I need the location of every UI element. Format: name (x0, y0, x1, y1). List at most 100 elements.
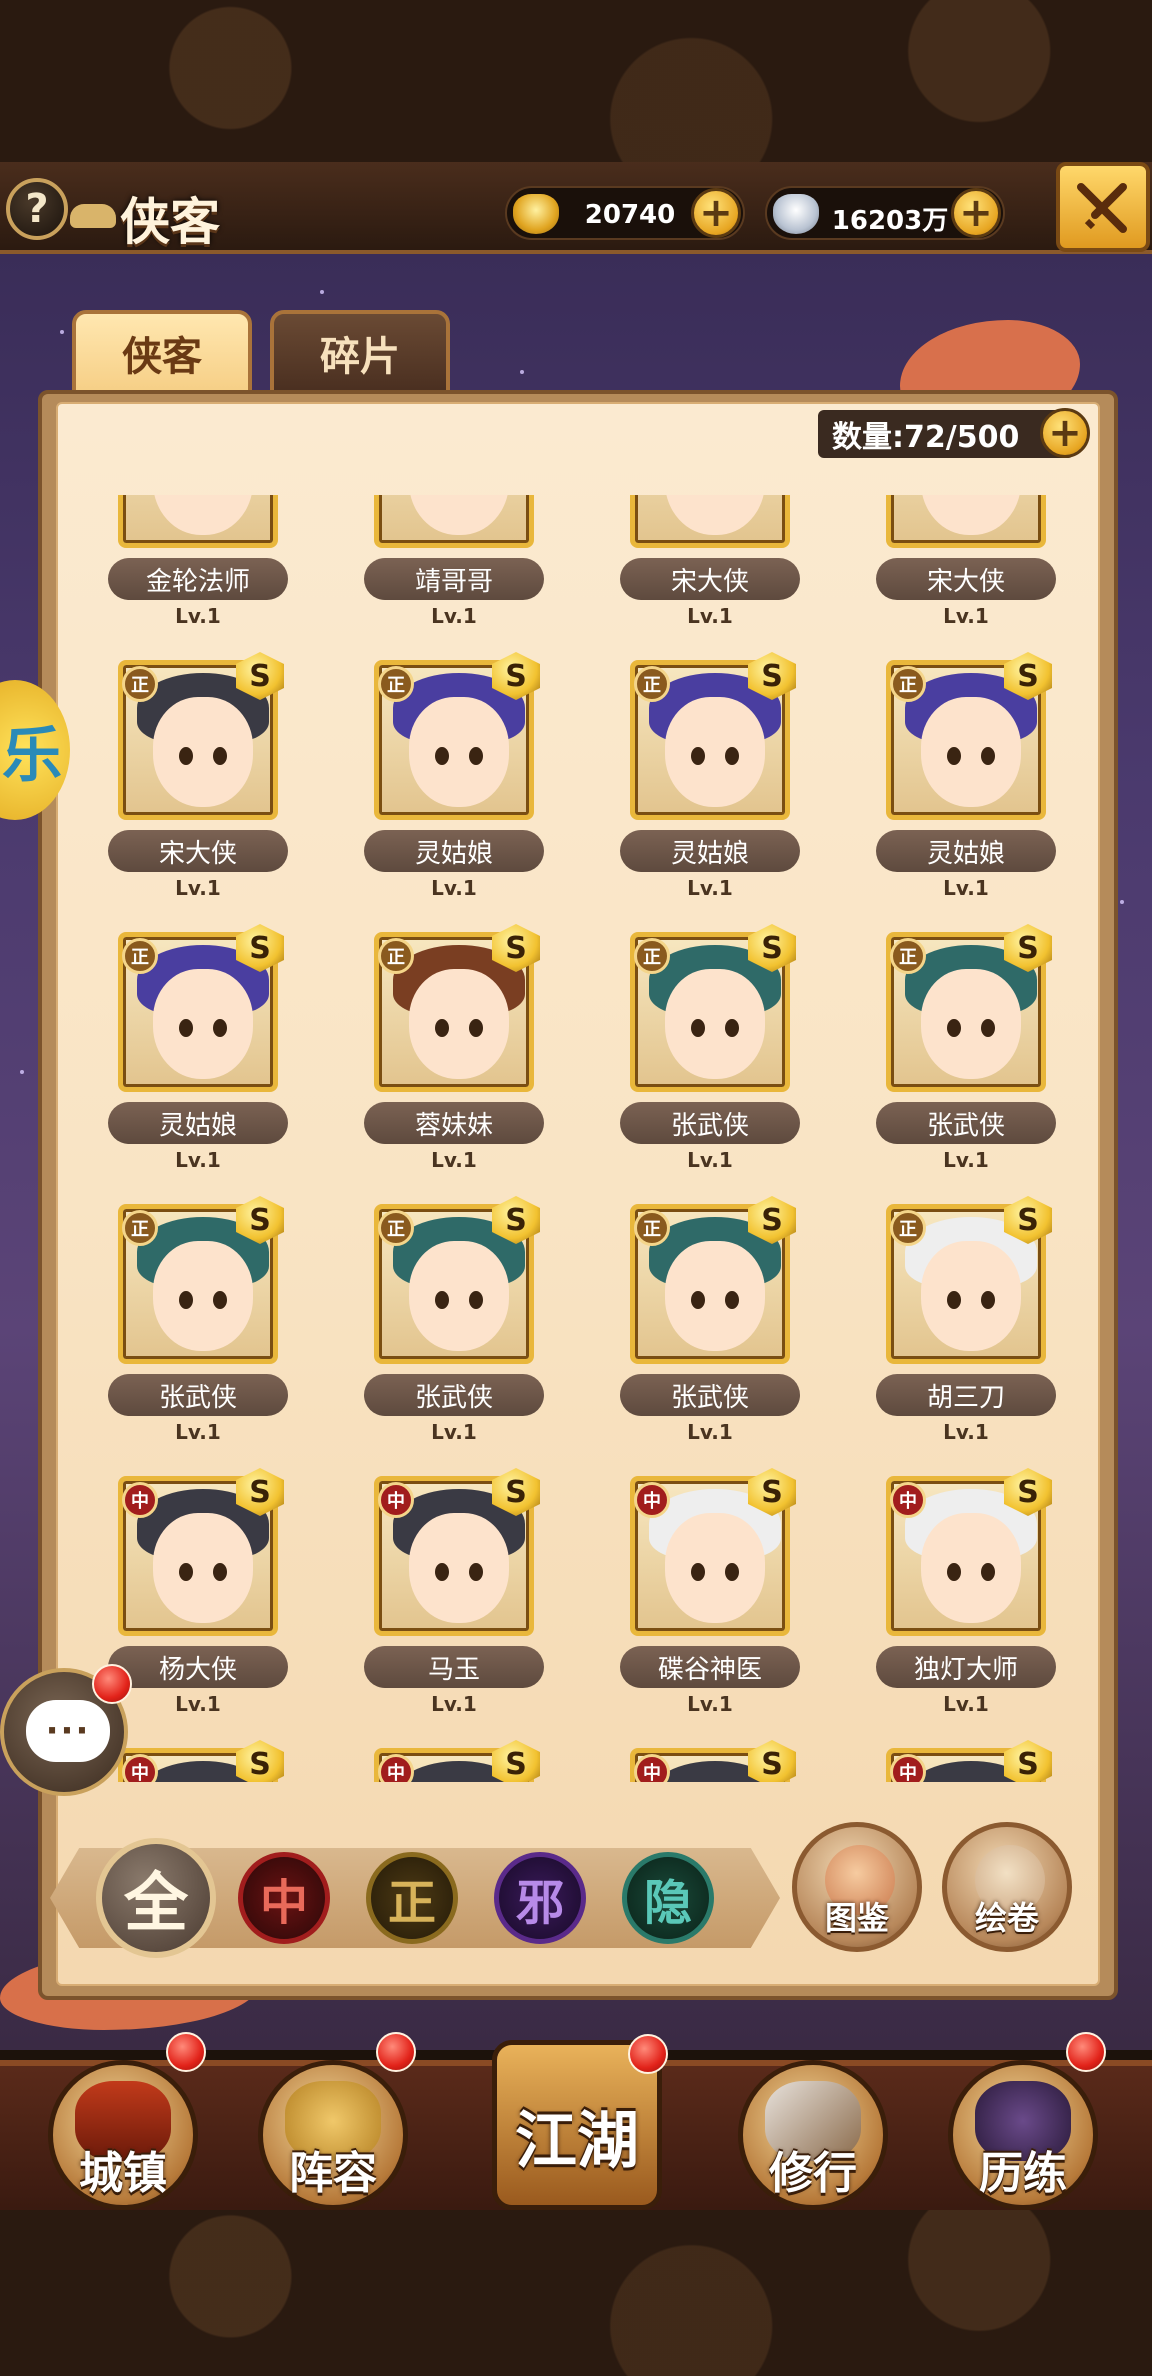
faction-badge: 中 (890, 1754, 926, 1782)
face-shape (921, 1241, 1021, 1351)
eye-shape (435, 1563, 449, 1581)
faction-badge: 中 (634, 1754, 670, 1782)
add-gold-button[interactable]: + (691, 188, 741, 238)
hero-level: Lv.1 (175, 1148, 221, 1172)
faction-badge: 中 (634, 1482, 670, 1518)
filter-xie-button[interactable]: 邪 (494, 1852, 586, 1944)
hero-card[interactable]: 正 S 蓉妹妹 Lv.1 (364, 924, 544, 1182)
eye-shape (725, 1291, 739, 1309)
atlas-button[interactable]: 图鉴 (792, 1822, 922, 1952)
face-shape (921, 495, 1021, 535)
hero-card[interactable]: 正 S 灵姑娘 Lv.1 (364, 652, 544, 910)
face-shape (409, 1241, 509, 1351)
nav-team-button[interactable]: 阵容 (258, 2060, 408, 2210)
face-shape (409, 969, 509, 1079)
nav-city-label: 城镇 (79, 2148, 167, 2199)
eye-shape (179, 1291, 193, 1309)
hero-count: 数量:72/500 (818, 410, 1074, 458)
faction-badge: 中 (378, 1754, 414, 1782)
hero-card[interactable]: 正 S 胡三刀 Lv.1 (876, 1196, 1056, 1454)
eye-shape (469, 747, 483, 765)
rank-badge: S (1004, 1740, 1052, 1782)
eye-shape (725, 747, 739, 765)
hero-card[interactable]: 中 S 马玉 Lv.1 (364, 1468, 544, 1726)
nav-jianghu-notification-dot (628, 2034, 668, 2074)
hero-card[interactable]: 中 S 碟谷神医 Lv.1 (620, 1468, 800, 1726)
hero-card[interactable]: 宋大侠 Lv.1 (876, 495, 1056, 638)
eye-shape (981, 1563, 995, 1581)
add-silver-button[interactable]: + (951, 188, 1001, 238)
nav-trial-notification-dot (1066, 2032, 1106, 2072)
hero-card[interactable]: 中S (620, 1740, 800, 1782)
close-button[interactable] (1056, 162, 1150, 252)
tab-fragments[interactable]: 碎片 (270, 310, 450, 396)
face-shape (921, 969, 1021, 1079)
picture-scroll-button[interactable]: 绘卷 (942, 1822, 1072, 1952)
atlas-label: 图鉴 (824, 1899, 889, 1937)
expand-capacity-button[interactable]: + (1040, 408, 1090, 458)
hero-card[interactable]: 正 S 灵姑娘 Lv.1 (620, 652, 800, 910)
hero-card[interactable]: 正 S 张武侠 Lv.1 (364, 1196, 544, 1454)
hero-card[interactable]: 中S (364, 1740, 544, 1782)
eye-shape (179, 1019, 193, 1037)
hero-card[interactable]: 正 S 灵姑娘 Lv.1 (876, 652, 1056, 910)
hero-level: Lv.1 (175, 604, 221, 628)
rank-badge: S (236, 1740, 284, 1782)
eye-shape (947, 1563, 961, 1581)
hero-name: 灵姑娘 (364, 830, 544, 872)
hero-card[interactable]: 中 S 独灯大师 Lv.1 (876, 1468, 1056, 1726)
faction-badge: 中 (378, 1482, 414, 1518)
filter-zheng-button[interactable]: 正 (366, 1852, 458, 1944)
eye-shape (213, 747, 227, 765)
help-button[interactable]: ? (6, 178, 68, 240)
hero-card[interactable]: 金轮法师 Lv.1 (108, 495, 288, 638)
hero-level: Lv.1 (431, 1420, 477, 1444)
eye-shape (691, 1563, 705, 1581)
eye-shape (213, 1563, 227, 1581)
nav-trial-button[interactable]: 历练 (948, 2060, 1098, 2210)
hero-portrait (118, 495, 278, 548)
face-shape (665, 969, 765, 1079)
face-shape (153, 697, 253, 807)
filter-all-button[interactable]: 全 (96, 1838, 216, 1958)
faction-badge: 正 (122, 1210, 158, 1246)
eye-shape (213, 1291, 227, 1309)
faction-badge: 正 (378, 666, 414, 702)
hero-card[interactable]: 正 S 灵姑娘 Lv.1 (108, 924, 288, 1182)
nav-practice-button[interactable]: 修行 (738, 2060, 888, 2210)
eye-shape (947, 747, 961, 765)
eye-shape (947, 1291, 961, 1309)
nav-city-button[interactable]: 城镇 (48, 2060, 198, 2210)
hero-grid[interactable]: 金轮法师 Lv.1 靖哥哥 Lv.1 宋大侠 Lv.1 宋大侠 Lv.1 正 S 宋大侠 Lv.1 正 S… (56, 495, 1100, 1782)
hero-card[interactable]: 正 S 张武侠 Lv.1 (620, 924, 800, 1182)
hero-name: 灵姑娘 (620, 830, 800, 872)
hero-card[interactable]: 宋大侠 Lv.1 (620, 495, 800, 638)
rank-badge: S (492, 1740, 540, 1782)
face-shape (665, 1241, 765, 1351)
face-shape (409, 495, 509, 535)
hero-card[interactable]: 中 S 杨大侠 Lv.1 (108, 1468, 288, 1726)
hero-level: Lv.1 (943, 1692, 989, 1716)
silver-amount: 16203万 (831, 206, 949, 236)
faction-badge: 正 (122, 938, 158, 974)
filter-zhong-button[interactable]: 中 (238, 1852, 330, 1944)
hero-card[interactable]: 正 S 张武侠 Lv.1 (620, 1196, 800, 1454)
hero-card[interactable]: 正 S 宋大侠 Lv.1 (108, 652, 288, 910)
filter-yin-button[interactable]: 隐 (622, 1852, 714, 1944)
hero-name: 碟谷神医 (620, 1646, 800, 1688)
hero-name: 灵姑娘 (108, 1102, 288, 1144)
hero-card[interactable]: 靖哥哥 Lv.1 (364, 495, 544, 638)
hero-card[interactable]: 中S (108, 1740, 288, 1782)
hero-level: Lv.1 (431, 604, 477, 628)
tab-heroes[interactable]: 侠客 (72, 310, 252, 396)
faction-badge: 正 (890, 1210, 926, 1246)
hero-level: Lv.1 (175, 1692, 221, 1716)
hero-level: Lv.1 (431, 876, 477, 900)
hero-card[interactable]: 中S (876, 1740, 1056, 1782)
hero-card[interactable]: 正 S 张武侠 Lv.1 (108, 1196, 288, 1454)
nav-city-notification-dot (166, 2032, 206, 2072)
hero-name: 蓉妹妹 (364, 1102, 544, 1144)
hero-card[interactable]: 正 S 张武侠 Lv.1 (876, 924, 1056, 1182)
top-header: ? 侠客 20740 + 16203万 + (0, 162, 1152, 254)
faction-badge: 正 (634, 1210, 670, 1246)
